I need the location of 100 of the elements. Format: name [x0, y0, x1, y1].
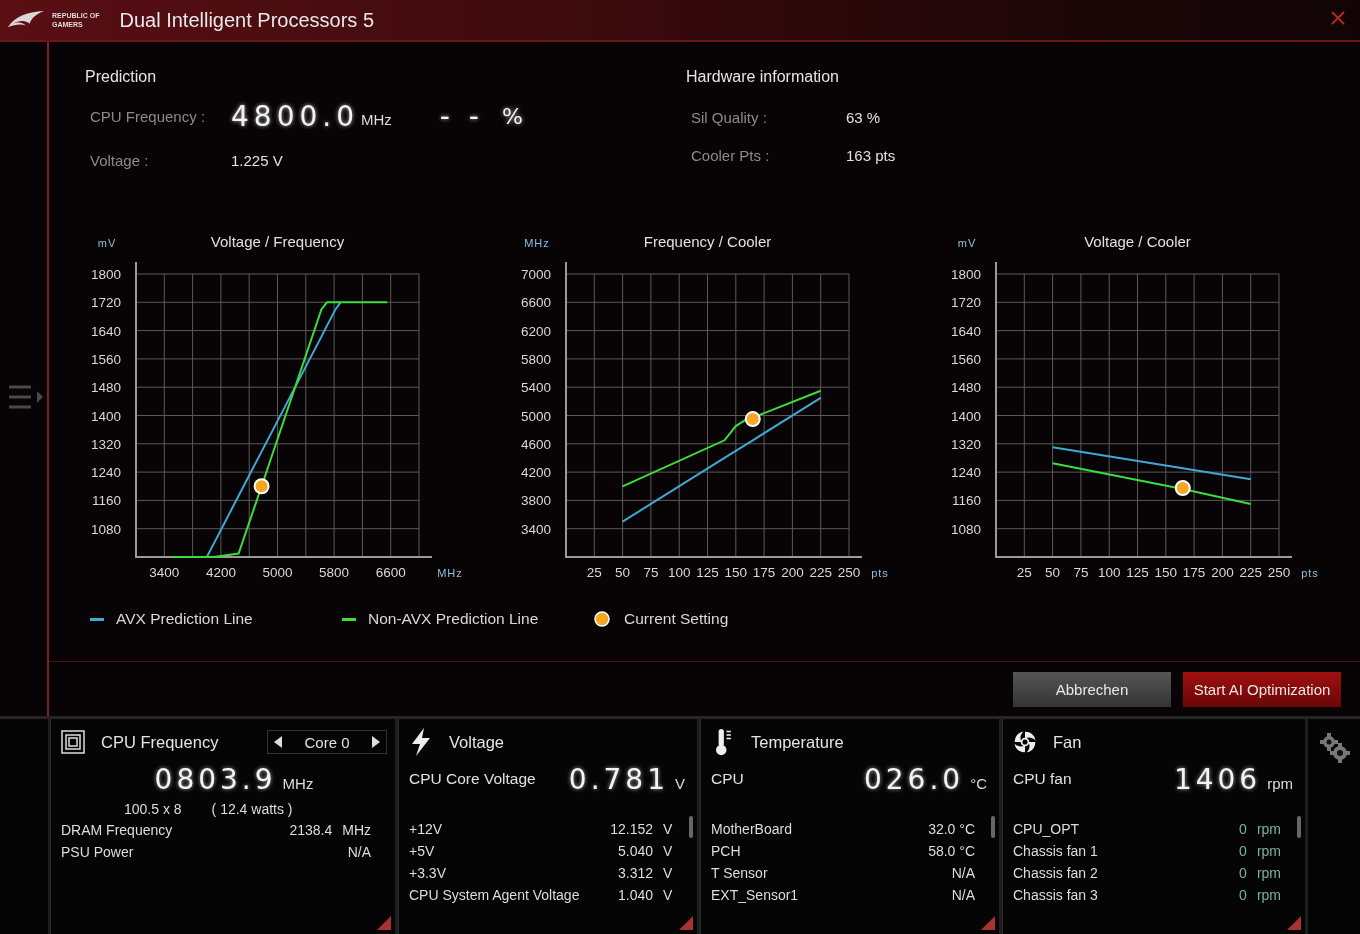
sensor-value: 2138.4	[289, 822, 333, 838]
chip-icon	[61, 728, 85, 756]
tick-label: 125	[1126, 565, 1149, 580]
start-button[interactable]: Start AI Optimization	[1183, 672, 1341, 707]
tick-label: 125	[696, 565, 719, 580]
field-value: 163 pts	[846, 146, 896, 164]
tick-label: 175	[752, 565, 776, 580]
section-heading: Hardware information	[686, 68, 840, 87]
tick-label: 1320	[950, 436, 981, 452]
scrollbar[interactable]	[1297, 816, 1301, 838]
sensor-value: 3.312	[617, 865, 653, 881]
sensor-value: 5.040	[617, 843, 653, 859]
tick-label: 50	[615, 565, 631, 580]
unit-label: rpm	[1256, 843, 1281, 859]
tick-label: 5800	[520, 351, 551, 367]
sensor-value: 12.152	[610, 821, 653, 837]
tick-label: 4600	[520, 436, 551, 452]
unit-label: rpm	[1256, 865, 1281, 881]
field-label: Sil Quality :	[691, 108, 768, 126]
field-label: Voltage :	[90, 151, 150, 169]
right-arrow-icon[interactable]	[372, 736, 380, 748]
tick-label: 1640	[90, 323, 121, 339]
core-selector[interactable]: Core 0	[267, 730, 387, 754]
axis-label: pts	[1301, 567, 1319, 579]
unit-label: MHz	[361, 110, 392, 128]
unit-label: rpm	[1256, 821, 1281, 837]
sensor-label: Chassis fan 1	[1013, 843, 1099, 859]
resize-handle-icon[interactable]	[1287, 916, 1301, 930]
tick-label: 50	[1045, 565, 1061, 580]
chart-title: Frequency / Cooler	[643, 233, 772, 250]
sensor-label: EXT_Sensor1	[711, 887, 800, 903]
resize-handle-icon[interactable]	[377, 916, 391, 930]
tick-label: 1800	[90, 267, 121, 282]
window-title: Dual Intelligent Processors 5	[119, 8, 375, 32]
tick-label: 1560	[90, 351, 121, 367]
scrollbar[interactable]	[689, 816, 693, 838]
sensor-value: N/A	[347, 844, 371, 860]
sensor-value: 0	[1239, 843, 1247, 859]
resize-handle-icon[interactable]	[981, 916, 995, 930]
sensor-value: 32.0 °C	[928, 821, 975, 837]
tick-label: 5000	[520, 408, 551, 424]
sensor-value: 58.0 °C	[928, 843, 975, 859]
ratio-readout: - -	[439, 99, 484, 133]
legend-label: Non-AVX Prediction Line	[368, 610, 539, 628]
tick-label: 3400	[520, 521, 551, 537]
card-title: Fan	[1053, 732, 1082, 752]
axis-label: MHz	[524, 237, 550, 249]
detail-text: 100.5 x 8	[124, 801, 182, 819]
field-label: CPU Frequency :	[90, 107, 207, 125]
frequency-readout: 4800.0	[231, 99, 359, 133]
card-title: CPU Frequency	[101, 732, 219, 752]
tick-label: 200	[1211, 565, 1234, 580]
sensor-label: MotherBoard	[711, 821, 793, 837]
tick-label: 100	[667, 565, 691, 580]
reading-value: 1406	[1173, 762, 1262, 796]
reading-label: CPU fan	[1013, 770, 1072, 788]
chart-title: Voltage / Cooler	[1084, 233, 1191, 250]
tick-label: 5000	[262, 565, 293, 580]
tick-label: 250	[1267, 565, 1291, 580]
tick-label: 25	[1016, 565, 1032, 580]
menu-icon[interactable]	[8, 385, 45, 411]
legend-label: AVX Prediction Line	[116, 610, 253, 628]
resize-handle-icon[interactable]	[679, 916, 693, 930]
sensor-value: 0	[1239, 821, 1247, 837]
sensor-label: CPU_OPT	[1013, 821, 1081, 837]
tick-label: 1720	[90, 295, 121, 311]
sensor-label: T Sensor	[711, 865, 769, 881]
tick-label: 1320	[90, 436, 121, 452]
unit-label: °C	[970, 774, 987, 792]
unit-label: MHz	[342, 822, 371, 838]
sensor-value: N/A	[951, 887, 975, 903]
tick-label: 1080	[950, 521, 981, 537]
tick-label: 150	[724, 565, 748, 580]
card-title: Temperature	[751, 732, 844, 752]
tick-label: 1080	[90, 521, 121, 537]
reading-value: 0803.9	[154, 762, 277, 796]
card-title: Voltage	[449, 732, 505, 752]
sensor-label: PCH	[711, 843, 742, 859]
field-label: Cooler Pts :	[691, 146, 771, 164]
tick-label: 25	[586, 565, 602, 580]
scrollbar[interactable]	[991, 816, 995, 838]
tick-label: 1240	[90, 465, 121, 481]
close-icon[interactable]	[1330, 10, 1346, 26]
unit-label: V	[663, 821, 673, 837]
reading-label: CPU	[711, 770, 744, 788]
sensor-label: PSU Power	[61, 844, 135, 860]
field-value: 63 %	[846, 108, 881, 126]
tick-label: 75	[1073, 565, 1089, 580]
unit-label: V	[675, 774, 685, 792]
tick-label: 1480	[90, 380, 121, 396]
axis-label: pts	[871, 567, 889, 579]
tick-label: 3800	[520, 493, 551, 509]
axis-label: mV	[97, 237, 117, 249]
settings-icon[interactable]	[1318, 731, 1350, 763]
sensor-value: 1.040	[617, 887, 653, 903]
sensor-label: Chassis fan 3	[1013, 887, 1099, 903]
left-arrow-icon[interactable]	[274, 736, 282, 748]
cancel-button[interactable]: Abbrechen	[1013, 672, 1171, 707]
tick-label: 75	[643, 565, 659, 580]
unit-label: rpm	[1256, 887, 1281, 903]
